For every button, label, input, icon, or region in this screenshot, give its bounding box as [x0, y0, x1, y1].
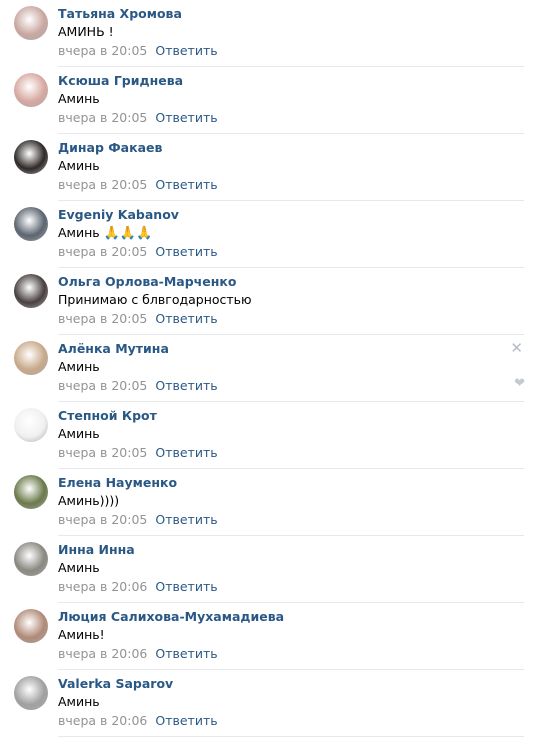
comment-author-link[interactable]: Люция Салихова-Мухамадиева [58, 609, 284, 624]
comment-text: АМИНЬ ! [58, 24, 114, 39]
avatar[interactable] [14, 542, 48, 576]
reply-button[interactable]: Ответить [155, 311, 217, 326]
comment-meta: вчера в 20:05 Ответить [58, 110, 218, 125]
comment-meta: вчера в 20:06 Ответить [58, 713, 218, 728]
comment-author-link[interactable]: Динар Факаев [58, 140, 162, 155]
reply-button[interactable]: Ответить [155, 244, 217, 259]
comment-item: Ксюша Гриднева Аминь вчера в 20:05 Ответить [0, 67, 542, 134]
comment-date-link[interactable]: вчера в 20:05 [58, 512, 147, 527]
comment-text-body: Аминь! [58, 627, 105, 642]
comment-date-link[interactable]: вчера в 20:05 [58, 177, 147, 192]
avatar[interactable] [14, 408, 48, 442]
comment-meta: вчера в 20:05 Ответить [58, 311, 218, 326]
comment-meta: вчера в 20:05 Ответить [58, 43, 218, 58]
comment-item: Степной Крот Аминь вчера в 20:05 Ответить [0, 402, 542, 469]
comment-meta: вчера в 20:06 Ответить [58, 579, 218, 594]
avatar[interactable] [14, 475, 48, 509]
comment-date-link[interactable]: вчера в 20:06 [58, 579, 147, 594]
avatar[interactable] [14, 609, 48, 643]
divider [58, 736, 524, 737]
comment-date-link[interactable]: вчера в 20:05 [58, 244, 147, 259]
comment-date-link[interactable]: вчера в 20:06 [58, 646, 147, 661]
reply-button[interactable]: Ответить [155, 512, 217, 527]
comment-text-body: Аминь [58, 158, 100, 173]
prayer-emoji: 🙏🙏🙏 [103, 226, 153, 241]
reply-button[interactable]: Ответить [155, 713, 217, 728]
comment-date-link[interactable]: вчера в 20:05 [58, 445, 147, 460]
reply-button[interactable]: Ответить [155, 378, 217, 393]
reply-button[interactable]: Ответить [155, 177, 217, 192]
comment-date-link[interactable]: вчера в 20:05 [58, 378, 147, 393]
comment-author-link[interactable]: Алёнка Мутина [58, 341, 169, 356]
comment-text: Аминь [58, 560, 100, 575]
reply-button[interactable]: Ответить [155, 43, 217, 58]
comment-author-link[interactable]: Ольга Орлова-Марченко [58, 274, 236, 289]
comment-item: Ольга Орлова-Марченко Принимаю с блвгодар… [0, 268, 542, 335]
comment-text: Аминь 🙏🙏🙏 [58, 225, 152, 241]
avatar[interactable] [14, 140, 48, 174]
comment-text: Аминь [58, 158, 100, 173]
comment-author-link[interactable]: Valerka Saparov [58, 676, 173, 691]
comment-author-link[interactable]: Татьяна Хромова [58, 6, 182, 21]
comment-meta: вчера в 20:06 Ответить [58, 646, 218, 661]
comment-item: Елена Науменко Аминь)))) вчера в 20:05 Отве… [0, 469, 542, 536]
comment-item: Динар Факаев Аминь вчера в 20:05 Ответить [0, 134, 542, 201]
comment-date-link[interactable]: вчера в 20:05 [58, 110, 147, 125]
comment-item: Алёнка Мутина Аминь вчера в 20:05 Ответить ✕… [0, 335, 542, 402]
comment-meta: вчера в 20:05 Ответить [58, 378, 218, 393]
comment-text: Аминь! [58, 627, 105, 642]
comment-text-body: Аминь [58, 359, 100, 374]
comment-author-link[interactable]: Степной Крот [58, 408, 157, 423]
comment-item: Татьяна Хромова АМИНЬ ! вчера в 20:05 Ответ… [0, 0, 542, 67]
comment-meta: вчера в 20:05 Ответить [58, 177, 218, 192]
comment-text-body: Аминь [58, 91, 100, 106]
comment-meta: вчера в 20:05 Ответить [58, 512, 218, 527]
close-icon[interactable]: ✕ [510, 341, 523, 356]
comment-text: Аминь [58, 91, 100, 106]
comment-text-body: Аминь [58, 225, 100, 240]
avatar[interactable] [14, 274, 48, 308]
comment-date-link[interactable]: вчера в 20:06 [58, 713, 147, 728]
comment-author-link[interactable]: Елена Науменко [58, 475, 177, 490]
comment-text-body: Принимаю с блвгодарностью [58, 292, 252, 307]
avatar[interactable] [14, 207, 48, 241]
comment-text-body: Аминь)))) [58, 493, 120, 508]
reply-button[interactable]: Ответить [155, 445, 217, 460]
comment-text-body: Аминь [58, 694, 100, 709]
comment-text-body: Аминь [58, 426, 100, 441]
comment-date-link[interactable]: вчера в 20:05 [58, 43, 147, 58]
avatar[interactable] [14, 73, 48, 107]
avatar[interactable] [14, 6, 48, 40]
comment-text: Аминь [58, 426, 100, 441]
comment-item: Evgeniy Kabanov Аминь 🙏🙏🙏 вчера в 20:05 Отв… [0, 201, 542, 268]
comment-text: Аминь)))) [58, 493, 119, 508]
heart-icon[interactable]: ❤ [514, 377, 525, 391]
comment-date-link[interactable]: вчера в 20:05 [58, 311, 147, 326]
comment-item: Инна Инна Аминь вчера в 20:06 Ответить [0, 536, 542, 603]
avatar[interactable] [14, 676, 48, 710]
comment-text: Аминь [58, 694, 100, 709]
comment-item: Люция Салихова-Мухамадиева Аминь! вчера в … [0, 603, 542, 670]
comment-text: Аминь [58, 359, 100, 374]
comment-meta: вчера в 20:05 Ответить [58, 445, 218, 460]
reply-button[interactable]: Ответить [155, 646, 217, 661]
comment-author-link[interactable]: Ксюша Гриднева [58, 73, 183, 88]
avatar[interactable] [14, 341, 48, 375]
comment-author-link[interactable]: Инна Инна [58, 542, 135, 557]
reply-button[interactable]: Ответить [155, 579, 217, 594]
comment-list: Татьяна Хромова АМИНЬ ! вчера в 20:05 Ответ… [0, 0, 542, 737]
comment-item: Valerka Saparov Аминь вчера в 20:06 Ответит… [0, 670, 542, 737]
reply-button[interactable]: Ответить [155, 110, 217, 125]
comment-meta: вчера в 20:05 Ответить [58, 244, 218, 259]
comment-text: Принимаю с блвгодарностью [58, 292, 252, 307]
comment-author-link[interactable]: Evgeniy Kabanov [58, 207, 179, 222]
comment-text-body: Аминь [58, 560, 100, 575]
comment-text-body: АМИНЬ ! [58, 24, 114, 39]
